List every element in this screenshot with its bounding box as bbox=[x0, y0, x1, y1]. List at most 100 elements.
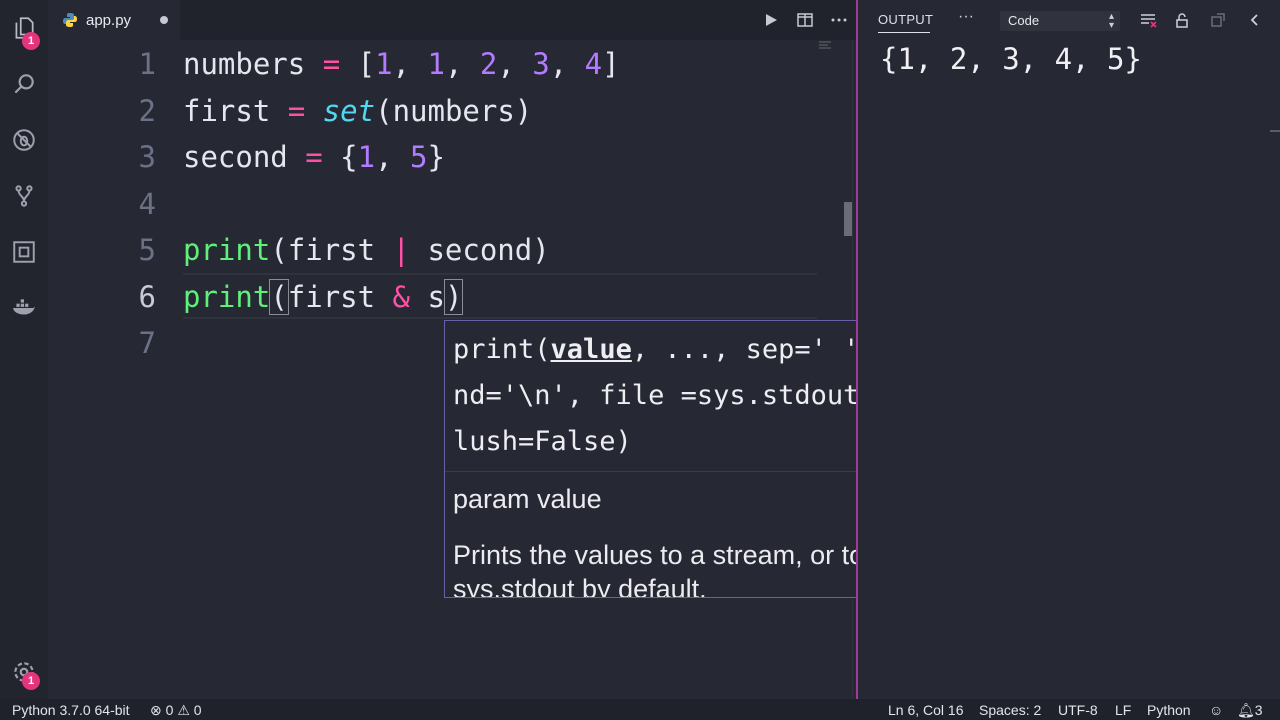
panel-more-button[interactable]: ··· bbox=[958, 8, 974, 26]
explorer-icon[interactable]: 1 bbox=[0, 4, 48, 52]
debug-icon[interactable] bbox=[0, 116, 48, 164]
code-token: second) bbox=[410, 233, 550, 267]
maximize-panel-icon[interactable] bbox=[1208, 10, 1228, 30]
code-token: 1 bbox=[357, 140, 376, 174]
language-mode[interactable]: Python bbox=[1147, 702, 1191, 718]
param-label: param value bbox=[453, 484, 602, 514]
code-token: ) bbox=[443, 278, 464, 315]
code-token: s bbox=[410, 279, 445, 314]
output-content: {1, 2, 3, 4, 5} bbox=[880, 42, 1142, 76]
collapse-panel-icon[interactable] bbox=[1244, 10, 1264, 30]
code-token: = bbox=[305, 140, 323, 174]
code-line[interactable]: 2 first = set(numbers) bbox=[48, 88, 818, 134]
code-token: [ bbox=[340, 47, 376, 81]
code-token: } bbox=[427, 140, 445, 174]
code-token: = bbox=[287, 93, 306, 128]
minimap-icon[interactable] bbox=[818, 40, 832, 50]
code-token: first bbox=[287, 279, 393, 314]
warning-count: 0 bbox=[193, 702, 202, 718]
code-line[interactable]: 5 print(first | second) bbox=[48, 227, 818, 273]
clear-output-icon[interactable] bbox=[1138, 10, 1158, 30]
code-token: first bbox=[183, 93, 271, 128]
signature-active-param: value bbox=[550, 334, 632, 365]
explorer-badge: 1 bbox=[22, 32, 40, 50]
bell-icon: 🔔︎ bbox=[1237, 702, 1255, 718]
code-token: set bbox=[322, 93, 376, 128]
activity-bar: 1 1 bbox=[0, 0, 48, 699]
signature-prefix: print( bbox=[453, 334, 551, 365]
code-token: second bbox=[183, 140, 288, 174]
line-number: 4 bbox=[138, 186, 156, 221]
tab-filename: app.py bbox=[86, 11, 132, 29]
panel-header: OUTPUT ··· Code ▴ ▾ bbox=[858, 0, 1280, 40]
code-token: print bbox=[183, 279, 271, 314]
error-icon: ⊗ bbox=[150, 702, 162, 718]
code-token: 1 bbox=[375, 47, 393, 81]
panel-scrollbar[interactable] bbox=[1270, 130, 1280, 132]
code-token: , bbox=[375, 140, 411, 174]
code-line[interactable]: 4 bbox=[48, 181, 818, 227]
search-icon[interactable] bbox=[0, 60, 48, 108]
active-tab-underline bbox=[878, 32, 930, 33]
source-control-icon[interactable] bbox=[0, 172, 48, 220]
output-panel: OUTPUT ··· Code ▴ ▾ {1, 2, 3, 4, 5} bbox=[858, 0, 1280, 699]
line-number: 6 bbox=[138, 279, 156, 314]
notifications[interactable]: 🔔︎3 bbox=[1237, 702, 1263, 719]
code-token: 3 bbox=[532, 47, 550, 81]
unsaved-dot-icon[interactable] bbox=[160, 16, 168, 24]
more-actions-icon[interactable] bbox=[822, 0, 856, 40]
output-channel-value: Code bbox=[1008, 13, 1040, 28]
tab-output[interactable]: OUTPUT bbox=[878, 12, 933, 27]
line-code: print(first | second) bbox=[183, 227, 550, 273]
code-token: , bbox=[444, 47, 480, 81]
line-number: 2 bbox=[138, 93, 156, 128]
end-of-line[interactable]: LF bbox=[1115, 702, 1131, 718]
cursor-position[interactable]: Ln 6, Col 16 bbox=[888, 702, 964, 718]
extensions-icon[interactable] bbox=[0, 228, 48, 276]
code-token: = bbox=[322, 47, 341, 81]
docker-icon[interactable] bbox=[0, 284, 48, 332]
status-bar: Python 3.7.0 64-bit ⊗ 0 ⚠ 0 Ln 6, Col 16… bbox=[0, 699, 1280, 720]
code-token: ] bbox=[602, 47, 620, 81]
settings-gear-icon[interactable]: 1 bbox=[0, 648, 48, 696]
line-code: print(first & s) bbox=[183, 274, 464, 320]
code-token: 4 bbox=[584, 47, 603, 81]
code-token: numbers bbox=[183, 47, 306, 81]
code-line[interactable]: 3 second = {1, 5} bbox=[48, 134, 818, 180]
python-interpreter[interactable]: Python 3.7.0 64-bit bbox=[12, 702, 130, 718]
code-editor[interactable]: 1 numbers = [1, 1, 2, 3, 4] 2 first = set(n… bbox=[48, 40, 932, 699]
code-token: ( bbox=[269, 278, 289, 315]
split-editor-icon[interactable] bbox=[788, 0, 822, 40]
warning-icon: ⚠ bbox=[177, 702, 190, 718]
code-token: 5 bbox=[410, 140, 428, 174]
code-token: 1 bbox=[427, 47, 445, 81]
problems-indicator[interactable]: ⊗ 0 ⚠ 0 bbox=[150, 702, 202, 719]
line-code: numbers = [1, 1, 2, 3, 4] bbox=[183, 41, 620, 87]
editor-scrollbar[interactable] bbox=[844, 202, 852, 236]
lock-scroll-icon[interactable] bbox=[1172, 10, 1192, 30]
code-token: 2 bbox=[479, 47, 498, 81]
code-token: (first bbox=[270, 233, 393, 267]
code-line[interactable]: 6 print(first & s) bbox=[48, 274, 818, 320]
feedback-smiley-icon[interactable]: ☺ bbox=[1209, 702, 1223, 718]
output-channel-select[interactable]: Code ▴ ▾ bbox=[1000, 11, 1120, 31]
settings-badge: 1 bbox=[22, 672, 40, 690]
code-token: { bbox=[322, 140, 358, 174]
line-number: 5 bbox=[138, 233, 156, 267]
code-token: (numbers) bbox=[375, 93, 533, 128]
line-code: first = set(numbers) bbox=[183, 88, 532, 134]
indentation[interactable]: Spaces: 2 bbox=[979, 702, 1041, 718]
run-icon[interactable] bbox=[754, 0, 788, 40]
editor-tab-app-py[interactable]: app.py bbox=[48, 0, 180, 40]
code-token: & bbox=[392, 279, 411, 314]
code-line[interactable]: 1 numbers = [1, 1, 2, 3, 4] bbox=[48, 41, 818, 87]
code-token: | bbox=[392, 233, 410, 267]
editor-tab-bar: app.py bbox=[48, 0, 856, 40]
line-code: second = {1, 5} bbox=[183, 134, 445, 180]
code-token: print bbox=[183, 233, 271, 267]
encoding[interactable]: UTF-8 bbox=[1058, 702, 1098, 718]
